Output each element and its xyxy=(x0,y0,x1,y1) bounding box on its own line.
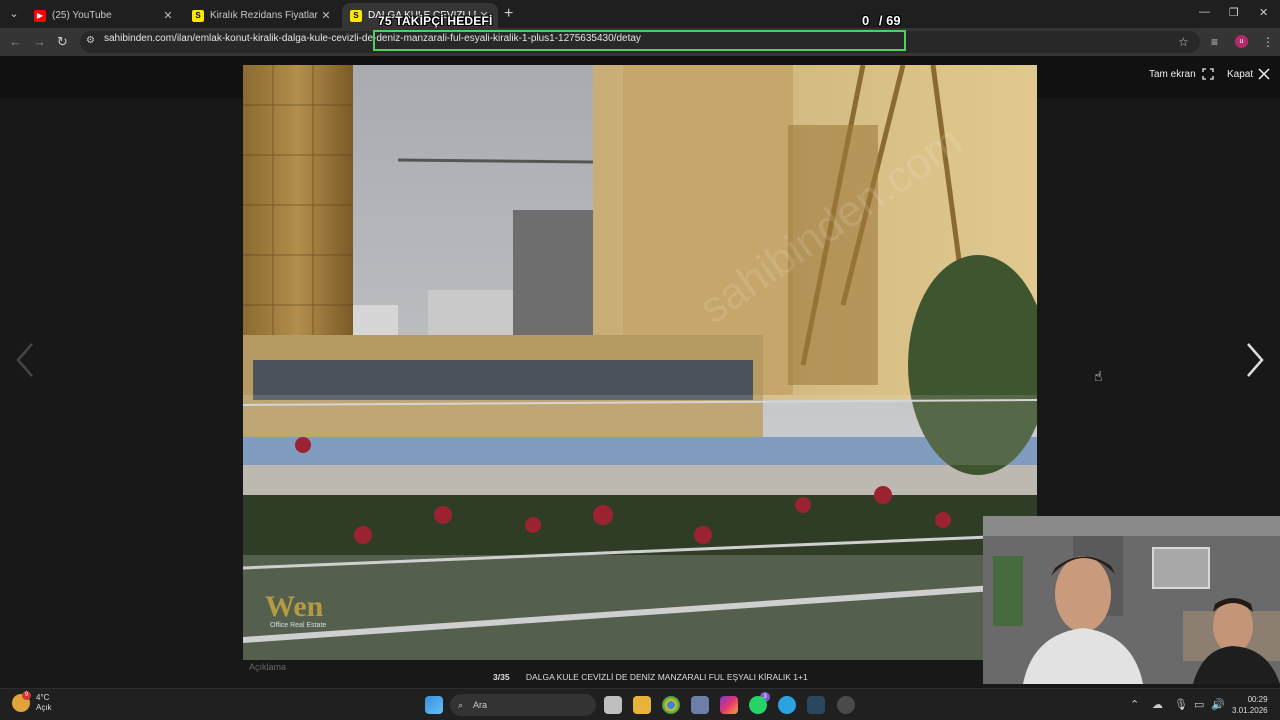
tray-chevron-icon[interactable]: ⌃ xyxy=(1130,698,1139,711)
weather-widget[interactable]: 9 4°C Açık xyxy=(12,691,52,713)
close-icon xyxy=(1258,68,1270,80)
tab-title: Kiralık Rezidans Fiyatları sahibinden xyxy=(210,10,318,21)
reading-list-icon[interactable]: ≡ xyxy=(1211,35,1218,49)
taskbar-clock[interactable]: 00:29 3.01.2026 xyxy=(1232,694,1268,716)
building-pool-photo: sahibinden.com xyxy=(243,65,1037,660)
tab-sahibinden-list[interactable]: S Kiralık Rezidans Fiyatları sahibinden … xyxy=(184,3,340,28)
tab-youtube[interactable]: ▶ (25) YouTube ✕ xyxy=(26,3,182,28)
restore-icon[interactable]: ❐ xyxy=(1229,6,1239,19)
file-explorer-icon[interactable] xyxy=(633,696,651,714)
tab-title: (25) YouTube xyxy=(52,10,112,21)
photo-counter: 3/35 xyxy=(493,672,510,682)
instagram-icon[interactable] xyxy=(720,696,738,714)
window-close-icon[interactable]: ✕ xyxy=(1259,6,1268,19)
weather-moon-icon: 9 xyxy=(12,691,31,712)
fullscreen-icon xyxy=(1202,68,1214,80)
telegram-icon[interactable] xyxy=(778,696,796,714)
new-tab-button[interactable]: + xyxy=(504,5,513,23)
back-icon[interactable]: ← xyxy=(9,34,22,49)
avatar[interactable]: u xyxy=(1235,35,1248,48)
search-placeholder: Ara xyxy=(473,700,488,710)
app-icon[interactable] xyxy=(837,696,855,714)
youtube-icon: ▶ xyxy=(34,9,46,22)
volume-icon[interactable]: 🔊 xyxy=(1211,698,1225,711)
network-icon[interactable]: ▭ xyxy=(1194,698,1204,711)
task-view-icon[interactable] xyxy=(604,696,622,714)
weather-temperature: 4°C xyxy=(36,693,50,702)
minimize-icon[interactable]: — xyxy=(1199,6,1210,18)
vpn-icon[interactable] xyxy=(691,696,709,714)
watermark-brand: Wen xyxy=(265,590,324,623)
windows-taskbar: 9 4°C Açık ⌕ Ara 3 ⌃ ☁ 🎙 ▭ 🔊 00:29 3.01.… xyxy=(0,688,1280,720)
whatsapp-icon[interactable] xyxy=(749,696,767,714)
listing-title: DALGA KULE CEVİZLİ DE DENİZ MANZARALI FU… xyxy=(525,672,808,682)
clock-time: 00:29 xyxy=(1247,695,1268,704)
site-info-icon[interactable]: ⚙ xyxy=(86,35,95,46)
sahibinden-icon: S xyxy=(192,9,204,22)
sahibinden-icon: S xyxy=(350,9,362,22)
fullscreen-button[interactable]: Tam ekran xyxy=(1149,68,1214,80)
follower-count: 0 xyxy=(862,13,870,28)
bookmark-star-icon[interactable]: ☆ xyxy=(1178,35,1189,49)
listing-photo: sahibinden.com xyxy=(243,65,1037,660)
chrome-icon[interactable] xyxy=(662,696,680,714)
search-icon: ⌕ xyxy=(458,699,464,710)
tab-strip: ⌄ ▶ (25) YouTube ✕ S Kiralık Rezidans Fi… xyxy=(0,0,1280,28)
weather-badge: 9 xyxy=(22,691,31,700)
watermark-subtitle: Office Real Estate xyxy=(270,622,327,629)
description-label: Açıklama xyxy=(249,662,287,672)
tab-search-button[interactable]: ⌄ xyxy=(6,6,22,22)
weather-description: Açık xyxy=(36,703,52,712)
hand-cursor-icon: ☝ xyxy=(1094,368,1103,384)
previous-photo-arrow-icon[interactable] xyxy=(12,340,36,380)
onedrive-icon[interactable]: ☁ xyxy=(1152,698,1163,711)
follower-goal-counter: 0 / 69 xyxy=(862,13,901,28)
webcam-overlay xyxy=(983,516,1280,684)
photo-caption: 3/35 DALGA KULE CEVİZLİ DE DENİZ MANZARA… xyxy=(493,672,808,682)
next-photo-arrow-icon[interactable] xyxy=(1244,340,1268,380)
reload-icon[interactable]: ↻ xyxy=(57,34,68,50)
close-gallery-label: Kapat xyxy=(1227,68,1254,80)
close-icon[interactable]: ✕ xyxy=(160,9,176,22)
follower-goal-label: 75 TAKİPÇİ HEDEFİ xyxy=(378,14,493,28)
url-highlight-box xyxy=(373,30,906,51)
menu-kebab-icon[interactable]: ⋮ xyxy=(1262,35,1274,49)
windows-start-icon[interactable] xyxy=(425,696,443,714)
taskbar-search[interactable]: ⌕ Ara xyxy=(450,694,596,716)
steam-icon[interactable] xyxy=(807,696,825,714)
clock-date: 3.01.2026 xyxy=(1232,706,1268,715)
webcam-feed xyxy=(983,516,1280,684)
fullscreen-label: Tam ekran xyxy=(1149,68,1196,80)
microphone-icon[interactable]: 🎙 xyxy=(1174,698,1188,711)
close-gallery-button[interactable]: Kapat xyxy=(1227,68,1270,80)
close-icon[interactable]: ✕ xyxy=(318,9,334,22)
follower-target: / 69 xyxy=(878,13,901,28)
forward-icon[interactable]: → xyxy=(33,34,46,49)
